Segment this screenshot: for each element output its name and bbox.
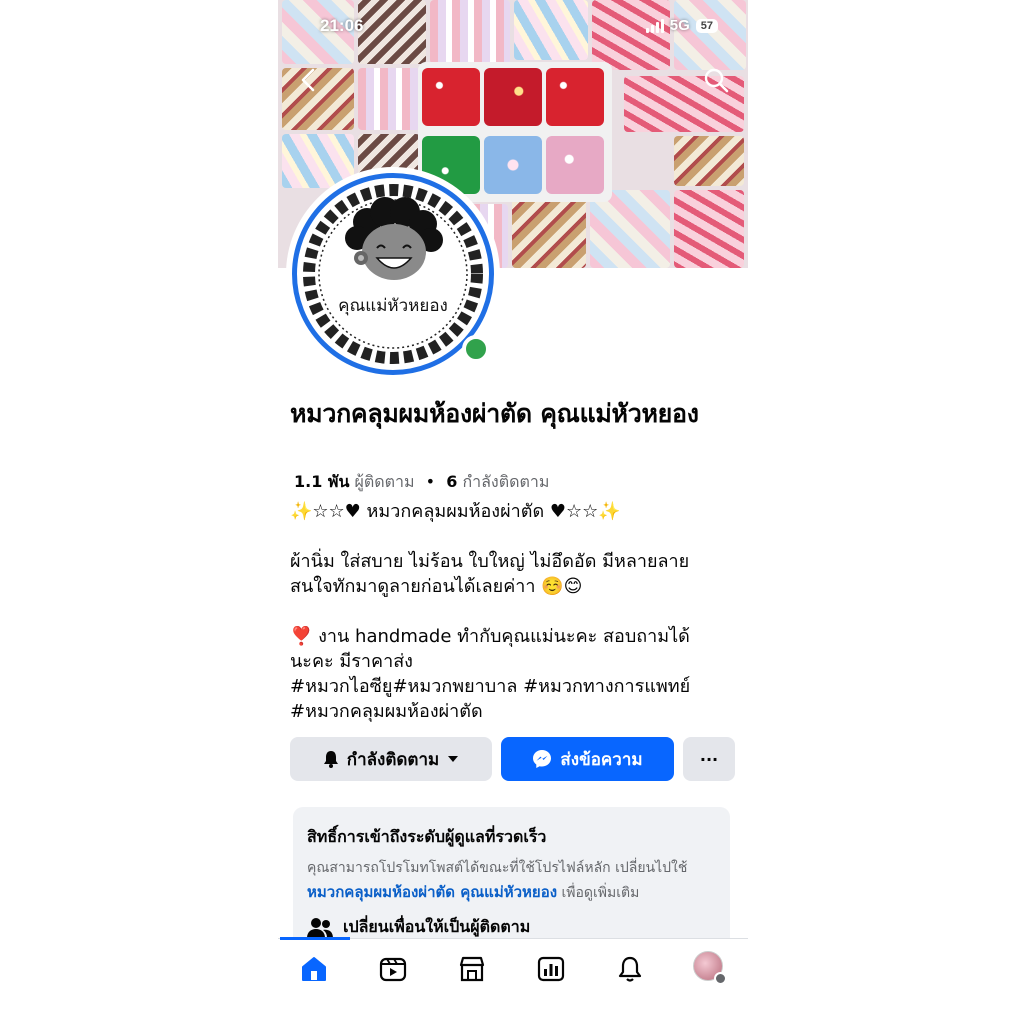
- avatar-logo-icon: [303, 184, 483, 364]
- switch-profile-link[interactable]: หมวกคลุมผมห้องผ่าตัด คุณแม่หัวหยอง: [307, 883, 557, 901]
- following-button-label: กำลังติดตาม: [346, 749, 440, 770]
- battery-icon: 57: [695, 18, 718, 33]
- bio-hashtags[interactable]: #หมวกไอซียู#หมวกพยาบาล #หมวกทางการแพทย์: [290, 674, 740, 699]
- message-button-label: ส่งข้อความ: [560, 749, 643, 770]
- profile-icon[interactable]: [693, 951, 727, 985]
- card-description: คุณสามารถโปรโมทโพสต์ได้ขณะที่ใช้โปรไฟล์ห…: [307, 856, 716, 905]
- avatar-text: คุณแม่หัวหยอง: [338, 296, 448, 316]
- following-label[interactable]: กำลังติดตาม: [462, 472, 549, 491]
- active-tab-indicator: [280, 937, 350, 940]
- back-icon[interactable]: [290, 62, 326, 98]
- followers-label[interactable]: ผู้ติดตาม: [355, 472, 415, 491]
- page-bio: ✨☆☆♥ หมวกคลุมผมห้องผ่าตัด ♥☆☆✨ ผ้านิ่ม ใ…: [290, 499, 740, 724]
- home-icon[interactable]: [294, 951, 334, 987]
- video-icon[interactable]: [373, 951, 413, 987]
- caret-down-icon: [448, 756, 459, 762]
- notifications-icon[interactable]: [610, 951, 650, 987]
- phone-screen: 21:06 5G 57 คุณแม่หัวหยอง หมวกคลุมผมห้อง…: [278, 0, 748, 1024]
- status-indicators: 5G 57: [645, 17, 718, 34]
- followers-count[interactable]: 1.1 พัน: [294, 472, 349, 491]
- menu-badge-icon: [714, 972, 727, 985]
- card-text-1: คุณสามารถโปรโมทโพสต์ได้ขณะที่ใช้โปรไฟล์ห…: [307, 860, 688, 876]
- messenger-icon: [533, 750, 552, 768]
- bio-line: ผ้านิ่ม ใส่สบาย ไม่ร้อน ใบใหญ่ ไม่อึดอัด…: [290, 551, 690, 572]
- following-button[interactable]: กำลังติดตาม: [290, 737, 492, 781]
- bio-line: ✨☆☆♥ หมวกคลุมผมห้องผ่าตัด ♥☆☆✨: [290, 501, 621, 522]
- search-icon[interactable]: [698, 62, 734, 98]
- signal-icon: [645, 18, 664, 33]
- card-text-2: เพื่อดูเพิ่มเติม: [557, 885, 640, 901]
- bell-icon: [323, 751, 338, 768]
- card-title: สิทธิ์การเข้าถึงระดับผู้ดูแลที่รวดเร็ว: [307, 827, 547, 846]
- online-status-dot: [462, 335, 490, 363]
- follow-stats: 1.1 พัน ผู้ติดตาม • 6 กำลังติดตาม: [294, 470, 549, 495]
- bottom-tab-bar: [278, 937, 748, 1024]
- profile-avatar[interactable]: คุณแม่หัวหยอง: [286, 167, 500, 381]
- message-button[interactable]: ส่งข้อความ: [501, 737, 674, 781]
- people-icon: [307, 917, 333, 938]
- stats-separator: •: [425, 472, 436, 491]
- network-label: 5G: [669, 17, 690, 34]
- bio-hashtags[interactable]: #หมวกคลุมผมห้องผ่าตัด: [290, 699, 740, 724]
- bio-line: นะคะ มีราคาส่ง: [290, 651, 413, 672]
- following-count[interactable]: 6: [446, 472, 457, 491]
- convert-friends-label: เปลี่ยนเพื่อนให้เป็นผู้ติดตาม: [343, 917, 531, 936]
- status-time: 21:06: [320, 16, 364, 35]
- bio-line: สนใจทักมาดูลายก่อนได้เลยค่าา ☺️😊: [290, 576, 583, 597]
- convert-friends-option[interactable]: เปลี่ยนเพื่อนให้เป็นผู้ติดตาม: [307, 915, 716, 940]
- marketplace-icon[interactable]: [452, 951, 492, 987]
- bio-line: ❣️ งาน handmade ทำกับคุณแม่นะคะ สอบถามได…: [290, 626, 690, 647]
- page-title: หมวกคลุมผมห้องผ่าตัด คุณแม่หัวหยอง: [290, 399, 699, 428]
- more-options-button[interactable]: ···: [683, 737, 735, 781]
- admin-access-card: สิทธิ์การเข้าถึงระดับผู้ดูแลที่รวดเร็ว ค…: [293, 807, 730, 947]
- dashboard-icon[interactable]: [531, 951, 571, 987]
